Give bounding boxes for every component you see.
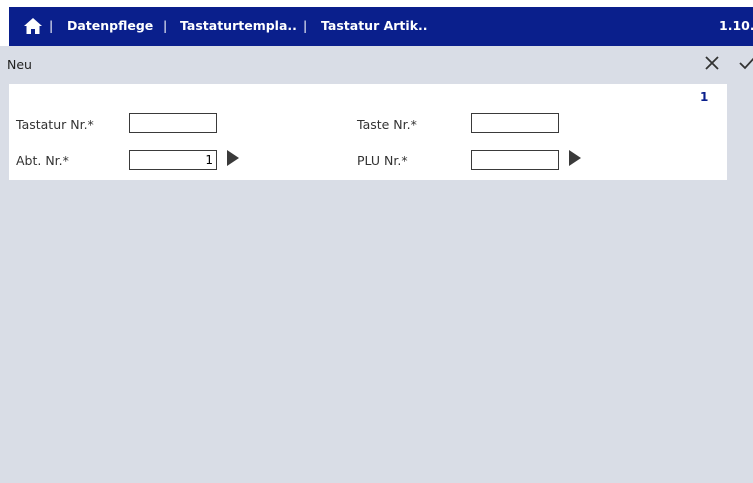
breadcrumb-item-datenpflege[interactable]: Datenpflege (67, 18, 153, 33)
plu-nr-field[interactable] (471, 150, 559, 170)
breadcrumb-separator: | (49, 18, 54, 33)
checkmark-icon[interactable] (738, 53, 753, 73)
top-navigation-bar: | Datenpflege | Tastaturtempla.. | Tasta… (9, 7, 753, 46)
abt-nr-label: Abt. Nr.* (16, 153, 69, 168)
breadcrumb-separator: | (163, 18, 168, 33)
abt-nr-field[interactable] (129, 150, 217, 170)
plu-nr-lookup-arrow-icon[interactable] (569, 150, 581, 166)
tastatur-nr-field[interactable] (129, 113, 217, 133)
breadcrumb-item-tastatur-artikel[interactable]: Tastatur Artik.. (321, 18, 428, 33)
taste-nr-label: Taste Nr.* (357, 117, 417, 132)
form-panel: 1 Tastatur Nr.* Taste Nr.* Abt. Nr.* PLU… (9, 84, 727, 180)
plu-nr-label: PLU Nr.* (357, 153, 408, 168)
page-number: 1 (700, 90, 709, 104)
app-window: | Datenpflege | Tastaturtempla.. | Tasta… (0, 0, 753, 483)
abt-nr-lookup-arrow-icon[interactable] (227, 150, 239, 166)
tastatur-nr-label: Tastatur Nr.* (16, 117, 94, 132)
main-content: Neu 1 Tastatur Nr.* Taste Nr.* Abt. Nr.*… (0, 46, 753, 483)
breadcrumb-separator: | (303, 18, 308, 33)
page-title: Neu (7, 57, 32, 72)
close-icon[interactable] (702, 53, 722, 73)
breadcrumb-item-tastaturtemplate[interactable]: Tastaturtempla.. (180, 18, 297, 33)
home-icon[interactable] (23, 17, 43, 35)
taste-nr-field[interactable] (471, 113, 559, 133)
version-label: 1.10.1 (719, 18, 753, 33)
